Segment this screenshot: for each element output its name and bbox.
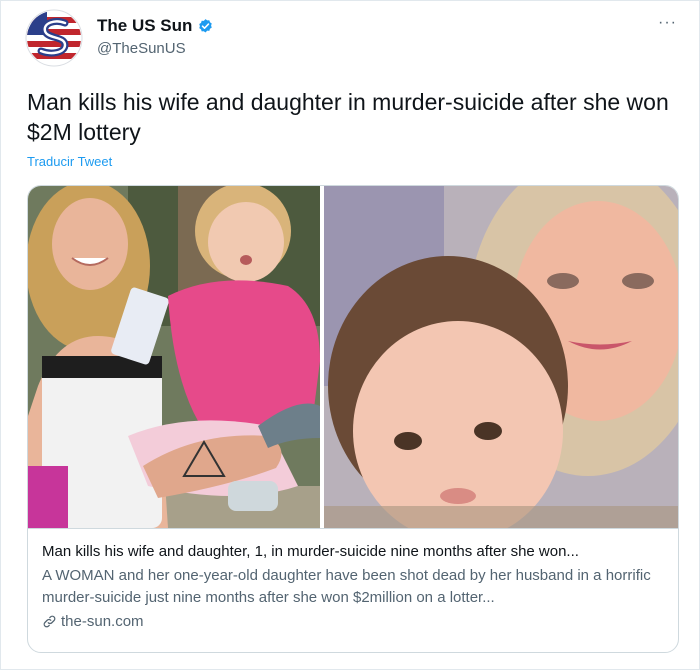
- account-name[interactable]: The US Sun: [97, 16, 214, 36]
- profile-avatar[interactable]: [25, 9, 83, 67]
- tweet: The US Sun @TheSunUS ··· Man kills his w…: [0, 0, 700, 670]
- card-title[interactable]: Man kills his wife and daughter, 1, in m…: [42, 541, 666, 562]
- card-text-area[interactable]: Man kills his wife and daughter, 1, in m…: [28, 528, 678, 652]
- verified-badge-icon: [199, 18, 213, 33]
- photo-right: [324, 186, 678, 528]
- account-handle[interactable]: @TheSunUS: [97, 40, 186, 57]
- card-description: A WOMAN and her one-year-old daughter ha…: [42, 567, 651, 606]
- card-photo-collage: [28, 186, 678, 528]
- link-preview-card[interactable]: Man kills his wife and daughter, 1, in m…: [27, 185, 679, 653]
- card-domain-text[interactable]: the-sun.com: [61, 613, 144, 630]
- translate-tweet-link[interactable]: Traducir Tweet: [27, 154, 112, 169]
- link-icon: [43, 615, 56, 628]
- account-name-text[interactable]: The US Sun: [97, 16, 192, 36]
- more-options-icon[interactable]: ···: [658, 15, 677, 31]
- card-image[interactable]: [28, 186, 678, 528]
- the-us-sun-logo: [25, 9, 83, 67]
- card-domain[interactable]: the-sun.com: [42, 613, 666, 630]
- photo-left: [28, 186, 320, 528]
- tweet-text: Man kills his wife and daughter in murde…: [27, 89, 669, 145]
